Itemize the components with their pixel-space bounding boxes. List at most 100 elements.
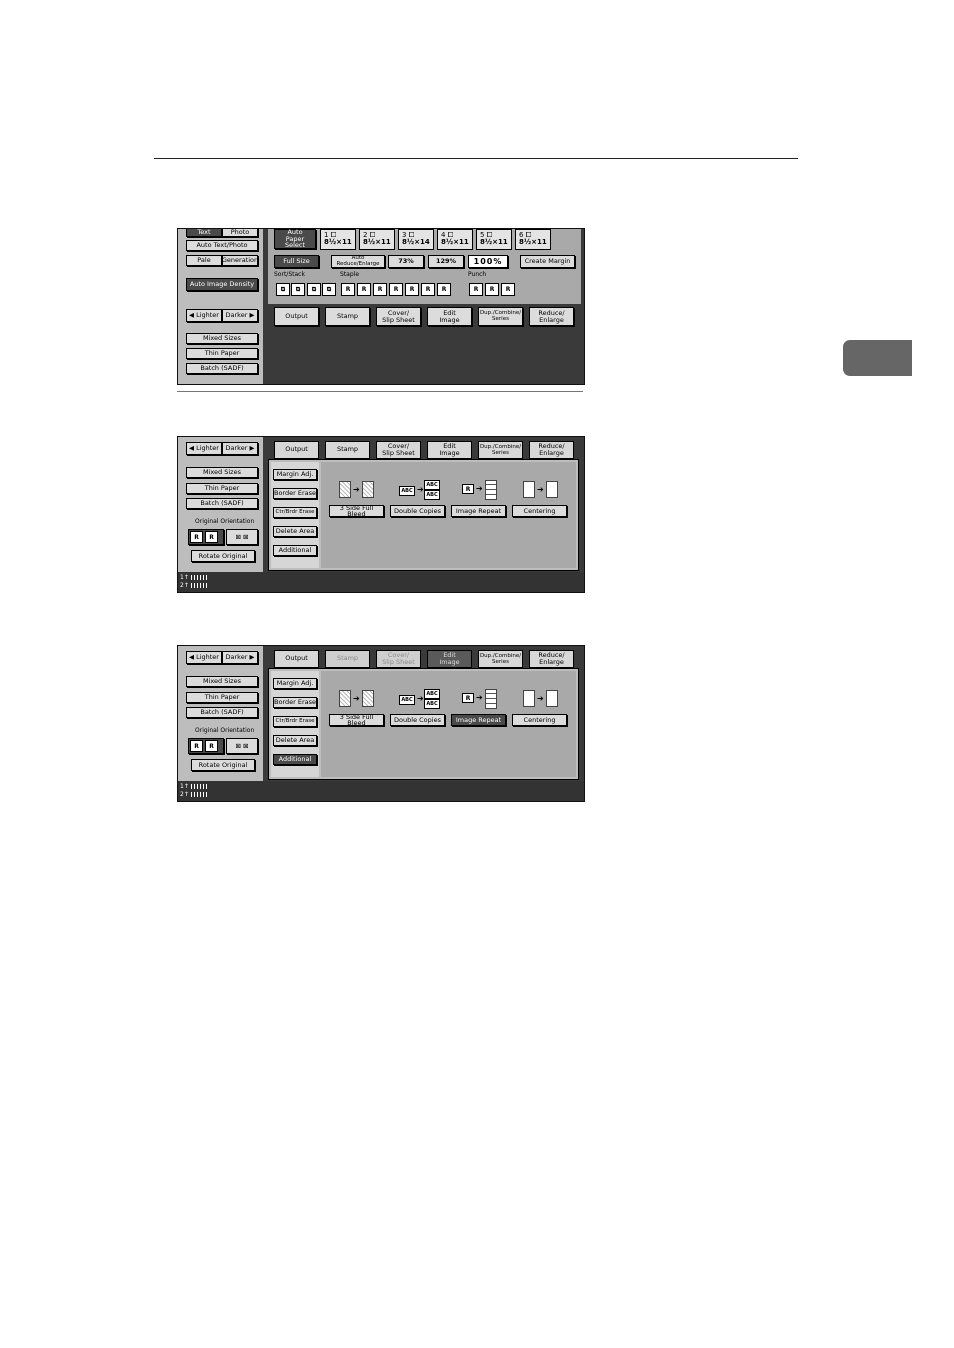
- lighter-button[interactable]: ◀ Lighter: [186, 442, 222, 455]
- auto-paper-select-button[interactable]: Auto Paper Select: [274, 229, 316, 249]
- darker-button[interactable]: Darker ▶: [222, 309, 258, 322]
- staple-center-icon[interactable]: R: [437, 283, 451, 296]
- paper-tray-6[interactable]: 6 ⧠ 8½×11: [515, 229, 551, 250]
- mixed-sizes-button[interactable]: Mixed Sizes: [186, 467, 258, 478]
- staple-top-left-icon[interactable]: R: [341, 283, 355, 296]
- status-line-1: 1↑: [180, 574, 189, 581]
- margin-adj-button[interactable]: Margin Adj.: [273, 469, 317, 480]
- tab-dup-combine-series[interactable]: Dup./Combine/ Series: [478, 441, 523, 459]
- paper-tray-4[interactable]: 4 ⧠ 8½×11: [437, 229, 473, 250]
- additional-button[interactable]: Additional: [273, 545, 317, 556]
- thin-paper-button[interactable]: Thin Paper: [186, 483, 258, 494]
- tab-dup-combine-series[interactable]: Dup./Combine/ Series: [478, 650, 523, 668]
- mixed-sizes-button[interactable]: Mixed Sizes: [186, 676, 258, 687]
- rotate-original-button[interactable]: Rotate Original: [191, 759, 255, 771]
- copier-screen-main: Text Photo Auto Text/Photo Pale Generati…: [177, 228, 585, 385]
- tab-edit-image[interactable]: Edit Image: [427, 307, 472, 326]
- ratio-73-button[interactable]: 73%: [388, 255, 424, 268]
- punch-top-icon[interactable]: R: [485, 283, 499, 296]
- tab-output[interactable]: Output: [274, 650, 319, 668]
- rotate-original-button[interactable]: Rotate Original: [191, 550, 255, 562]
- batch-sadf-button[interactable]: Batch (SADF): [186, 498, 258, 509]
- batch-sadf-button[interactable]: Batch (SADF): [186, 707, 258, 718]
- center-erase-button[interactable]: Ctr/Brdr Erase: [273, 507, 317, 518]
- abc-icon: ABC: [424, 480, 440, 490]
- stack-icon[interactable]: ⧉: [307, 283, 321, 296]
- thin-paper-button[interactable]: Thin Paper: [186, 348, 258, 359]
- border-erase-button[interactable]: Border Erase: [273, 488, 317, 499]
- status-bar: 1↑ 2↑: [178, 781, 584, 801]
- double-copies-button[interactable]: Double Copies: [390, 505, 445, 517]
- tab-output[interactable]: Output: [274, 441, 319, 459]
- double-copies-button[interactable]: Double Copies: [390, 714, 445, 726]
- center-erase-button[interactable]: Ctr/Brdr Erase: [273, 716, 317, 727]
- three-side-full-bleed-button[interactable]: 3 Side Full Bleed: [329, 504, 384, 517]
- darker-label: Darker: [225, 311, 248, 320]
- staple-left-double-icon[interactable]: R: [405, 283, 419, 296]
- image-repeat-button[interactable]: Image Repeat: [451, 505, 506, 517]
- tray-size: 8½×14: [402, 238, 430, 247]
- ratio-129-button[interactable]: 129%: [428, 255, 464, 268]
- status-line-2: 2↑: [180, 582, 189, 589]
- paper-tray-1[interactable]: 1 ⧠ 8½×11: [320, 229, 356, 250]
- rotate-sort-icon[interactable]: ⧉: [291, 283, 305, 296]
- paper-ratio-panel: Auto Paper Select 1 ⧠ 8½×11 2 ⧠ 8½×11 3 ⧠ 8…: [268, 229, 581, 304]
- memory-bar-icon: [190, 792, 209, 797]
- delete-area-button[interactable]: Delete Area: [273, 735, 317, 746]
- shift-stack-icon[interactable]: ⧉: [322, 283, 336, 296]
- auto-reduce-enlarge-button[interactable]: Auto Reduce/Enlarge: [331, 255, 385, 268]
- generation-button[interactable]: Generation: [222, 255, 258, 266]
- delete-area-button[interactable]: Delete Area: [273, 526, 317, 537]
- mixed-sizes-button[interactable]: Mixed Sizes: [186, 333, 258, 344]
- create-margin-button[interactable]: Create Margin: [520, 255, 575, 268]
- staple-top-right-icon[interactable]: R: [373, 283, 387, 296]
- status-line-1: 1↑: [180, 783, 189, 790]
- pale-button[interactable]: Pale: [186, 255, 222, 266]
- tab-dup-combine-series[interactable]: Dup./Combine/ Series: [478, 307, 523, 326]
- tab-cover-slip-sheet[interactable]: Cover/ Slip Sheet: [376, 307, 421, 326]
- paper-tray-3[interactable]: 3 ⧠ 8½×14: [398, 229, 434, 250]
- tab-reduce-enlarge[interactable]: Reduce/ Enlarge: [529, 650, 574, 668]
- batch-sadf-button[interactable]: Batch (SADF): [186, 363, 258, 374]
- staple-top-left-2-icon[interactable]: R: [357, 283, 371, 296]
- punch-right-icon[interactable]: R: [501, 283, 515, 296]
- tab-edit-image[interactable]: Edit Image: [427, 650, 472, 668]
- tab-output[interactable]: Output: [274, 307, 319, 326]
- margin-adj-button[interactable]: Margin Adj.: [273, 678, 317, 689]
- orientation-unreadable-button[interactable]: ⊠ ⊠: [226, 738, 258, 754]
- punch-left-icon[interactable]: R: [469, 283, 483, 296]
- sort-icon[interactable]: ⧉: [276, 283, 290, 296]
- tab-stamp[interactable]: Stamp: [325, 441, 370, 459]
- darker-button[interactable]: Darker ▶: [222, 442, 258, 455]
- text-mode-button[interactable]: Text: [186, 229, 222, 237]
- photo-mode-button[interactable]: Photo: [222, 229, 258, 237]
- centering-button[interactable]: Centering: [512, 714, 567, 726]
- tab-cover-slip-sheet[interactable]: Cover/ Slip Sheet: [376, 441, 421, 459]
- staple-double-icon[interactable]: R: [389, 283, 403, 296]
- lighter-button[interactable]: ◀ Lighter: [186, 651, 222, 664]
- tab-stamp[interactable]: Stamp: [325, 650, 370, 668]
- three-side-full-bleed-button[interactable]: 3 Side Full Bleed: [329, 713, 384, 726]
- lighter-button[interactable]: ◀ Lighter: [186, 309, 222, 322]
- darker-button[interactable]: Darker ▶: [222, 651, 258, 664]
- staple-top-double-icon[interactable]: R: [421, 283, 435, 296]
- additional-button[interactable]: Additional: [273, 754, 317, 765]
- edit-menu-column: Margin Adj. Border Erase Ctr/Brdr Erase …: [271, 671, 319, 777]
- centering-button[interactable]: Centering: [512, 505, 567, 517]
- image-repeat-button[interactable]: Image Repeat: [451, 714, 506, 726]
- full-size-button[interactable]: Full Size: [274, 255, 319, 268]
- tab-reduce-enlarge[interactable]: Reduce/ Enlarge: [529, 441, 574, 459]
- auto-text-photo-button[interactable]: Auto Text/Photo: [186, 240, 258, 251]
- border-erase-button[interactable]: Border Erase: [273, 697, 317, 708]
- paper-tray-5[interactable]: 5 ⧠ 8½×11: [476, 229, 512, 250]
- auto-image-density-button[interactable]: Auto Image Density: [186, 278, 258, 291]
- tab-reduce-enlarge[interactable]: Reduce/ Enlarge: [529, 307, 574, 326]
- orientation-unreadable-button[interactable]: ⊠ ⊠: [226, 529, 258, 545]
- original-orientation-label: Original Orientation: [195, 518, 255, 525]
- tab-edit-image[interactable]: Edit Image: [427, 441, 472, 459]
- thin-paper-button[interactable]: Thin Paper: [186, 692, 258, 703]
- tab-cover-slip-sheet[interactable]: Cover/ Slip Sheet: [376, 650, 421, 668]
- tab-stamp[interactable]: Stamp: [325, 307, 370, 326]
- left-panel: ◀ Lighter Darker ▶ Mixed Sizes Thin Pape…: [178, 646, 263, 781]
- paper-tray-2[interactable]: 2 ⧠ 8½×11: [359, 229, 395, 250]
